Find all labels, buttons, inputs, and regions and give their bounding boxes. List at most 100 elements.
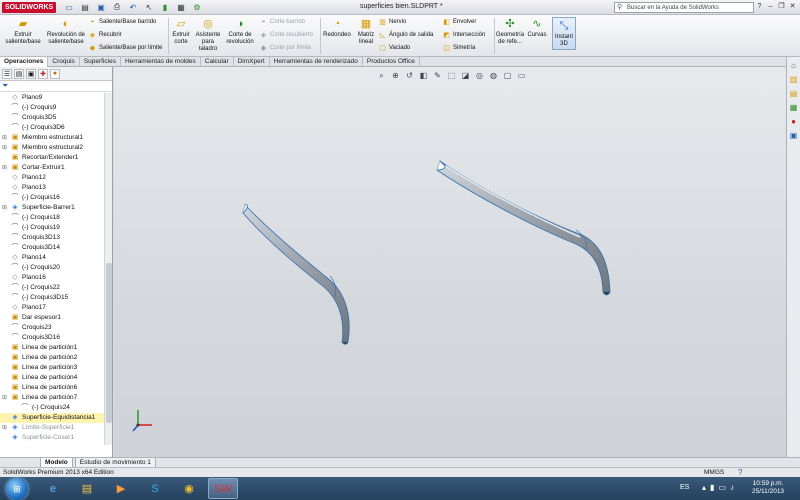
save-icon[interactable]: ▣ (94, 1, 108, 13)
boundary-cut-button[interactable]: ◆ Corte por límite (259, 43, 311, 53)
clock[interactable]: 10:59 p.m. 25/11/2013 (752, 480, 784, 496)
appearances-icon[interactable]: ● (788, 116, 799, 127)
tree-item[interactable]: ⌒ (-) Croquis18 (0, 213, 104, 223)
units-indicator[interactable]: MMGS (704, 469, 724, 476)
curves-button[interactable]: ∿ Curvas (526, 17, 548, 39)
extrude-cut-button[interactable]: ▱ Extruir corte (170, 17, 192, 46)
property-manager-icon[interactable]: ▤ (14, 68, 24, 79)
chrome-icon[interactable]: ◉ (174, 478, 204, 499)
filter-icon[interactable]: ⏷ (2, 81, 8, 91)
tree-item[interactable]: ◇ Plano17 (0, 303, 104, 313)
tree-item[interactable]: ◈ Superficie-Coser1 (0, 433, 104, 443)
configuration-manager-icon[interactable]: ▣ (26, 68, 36, 79)
tree-item[interactable]: ⊞ ▣ Miembro estructural1 (0, 133, 104, 143)
solidworks-logo[interactable]: SOLIDWORKS (2, 2, 57, 13)
tab-herramientas-de-renderizado[interactable]: Herramientas de renderizado (270, 57, 363, 67)
tree-item[interactable]: ⌒ (-) Croquis16 (0, 193, 104, 203)
expand-icon[interactable]: ⊞ (2, 393, 7, 403)
tree-item[interactable]: ◇ Plano12 (0, 173, 104, 183)
lofted-cut-button[interactable]: ◈ Corte recubierto (259, 30, 313, 40)
display-manager-icon[interactable]: ● (50, 68, 60, 79)
tree-item[interactable]: ⊞ ▣ Cortar-Extruir1 (0, 163, 104, 173)
tree-item[interactable]: ⌒ Croquis3D5 (0, 113, 104, 123)
view-palette-icon[interactable]: ▦ (788, 102, 799, 113)
undo-icon[interactable]: ↶ (126, 1, 140, 13)
options-icon[interactable]: ⚙ (190, 1, 204, 13)
restore-icon[interactable]: ❐ (777, 2, 786, 12)
tree-item[interactable]: ⊞ ▣ Línea de partición7 (0, 393, 104, 403)
swept-boss-button[interactable]: ◓ Saliente/Base barrido (88, 17, 156, 27)
wrap-button[interactable]: ◧ Envolver (442, 17, 476, 27)
tab-productos-office[interactable]: Productos Office (363, 57, 420, 67)
tree-item[interactable]: ⊞ ◈ Superficie-Barrer1 (0, 203, 104, 213)
network-icon[interactable]: ▮ (710, 483, 714, 492)
tree-item[interactable]: ▣ Línea de partición2 (0, 353, 104, 363)
tree-item[interactable]: ▣ Recortar/Extender1 (0, 153, 104, 163)
design-library-icon[interactable]: ▥ (788, 74, 799, 85)
tree-scrollbar-thumb[interactable] (106, 263, 112, 423)
language-indicator[interactable]: ES (680, 484, 689, 491)
tree-item[interactable]: ⌒ (-) Croquis24 (0, 403, 104, 413)
tree-item[interactable]: ▣ Línea de partición4 (0, 373, 104, 383)
expand-icon[interactable]: ⊞ (2, 423, 7, 433)
tree-item[interactable]: ⌒ Croquis23 (0, 323, 104, 333)
select-icon[interactable]: ↖ (142, 1, 156, 13)
tab-operaciones[interactable]: Operaciones (0, 57, 49, 67)
swept-cut-button[interactable]: ◓ Corte barrido (259, 17, 305, 27)
feature-tree[interactable]: ◇ Plano9 ⌒ (-) Croquis9 ⌒ Croquis3D5 ⌒ (-) Croq… (0, 93, 104, 445)
tab-herramientas-de-moldes[interactable]: Herramientas de moldes (121, 57, 201, 67)
help-menu-icon[interactable]: ? (755, 2, 764, 12)
custom-properties-icon[interactable]: ▣ (788, 130, 799, 141)
tree-item[interactable]: ⌒ (-) Croquis3D15 (0, 293, 104, 303)
solidworks-resources-icon[interactable]: ⌂ (788, 60, 799, 71)
rib-button[interactable]: ▥ Nervio (378, 17, 406, 27)
tree-item[interactable]: ◈ Superficie-Equidistancia1 (0, 413, 104, 423)
new-icon[interactable]: ▭ (62, 1, 76, 13)
solidworks-icon[interactable]: SW (208, 478, 238, 499)
battery-icon[interactable]: ▭ (718, 483, 726, 492)
loft-button[interactable]: ◈ Recubrir (88, 30, 122, 40)
minimize-icon[interactable]: – (766, 2, 775, 12)
expand-icon[interactable]: ⊞ (2, 163, 7, 173)
ie-icon[interactable]: e (38, 478, 68, 499)
extrude-boss-button[interactable]: ▰ Extruir saliente/base (3, 17, 43, 46)
show-hidden-icons-icon[interactable]: ▴ (702, 483, 706, 492)
tree-item[interactable]: ⌒ (-) Croquis9 (0, 103, 104, 113)
tree-item[interactable]: ◇ Plano13 (0, 183, 104, 193)
tree-item[interactable]: ⌒ (-) Croquis20 (0, 263, 104, 273)
tree-item[interactable]: ⌒ (-) Croquis3D6 (0, 123, 104, 133)
fillet-button[interactable]: ◔ Redondeo (322, 17, 352, 39)
revolve-boss-button[interactable]: ◐ Revolución de saliente/base (45, 17, 87, 46)
tree-item[interactable]: ◇ Plano9 (0, 93, 104, 103)
left-swept-tube[interactable] (242, 204, 350, 345)
feature-tree-icon[interactable]: ☰ (2, 68, 12, 79)
mirror-button[interactable]: ◫ Simetría (442, 43, 475, 53)
help-search-input[interactable]: ⚲ Buscar en la Ayuda de SolidWorks (614, 2, 754, 13)
hole-wizard-button[interactable]: ◎ Asistente para taladro (194, 17, 222, 53)
model-geometry[interactable] (114, 67, 786, 457)
reference-geometry-button[interactable]: ✣ Geometría de refe... (496, 17, 524, 46)
close-icon[interactable]: ✕ (788, 2, 797, 12)
media-player-icon[interactable]: ▶ (106, 478, 136, 499)
revolve-cut-button[interactable]: ◑ Corte de revolución (224, 17, 256, 46)
boundary-boss-button[interactable]: ◆ Saliente/Base por límite (88, 43, 163, 53)
tab-superficies[interactable]: Superficies (80, 57, 121, 67)
tree-item[interactable]: ▣ Línea de partición1 (0, 343, 104, 353)
tree-item[interactable]: ▣ Línea de partición6 (0, 383, 104, 393)
intersect-button[interactable]: ◩ Intersección (442, 30, 485, 40)
tree-item[interactable]: ⊞ ◈ Límite-Superficie1 (0, 423, 104, 433)
explorer-icon[interactable]: ▤ (72, 478, 102, 499)
draft-button[interactable]: ◺ Ángulo de salida (378, 30, 434, 40)
tab-croquis[interactable]: Croquis (48, 57, 80, 67)
start-button[interactable]: ⊞ (6, 478, 28, 500)
tree-item[interactable]: ⌒ (-) Croquis22 (0, 283, 104, 293)
tree-scrollbar[interactable] (104, 93, 112, 445)
file-explorer-icon[interactable]: ▤ (788, 88, 799, 99)
tree-item[interactable]: ▣ Línea de partición3 (0, 363, 104, 373)
help-icon[interactable]: ? (738, 468, 742, 477)
tree-item[interactable]: ⌒ Croquis3D13 (0, 233, 104, 243)
print-icon[interactable]: ⎙ (110, 1, 124, 13)
expand-icon[interactable]: ⊞ (2, 133, 7, 143)
tree-item[interactable]: ▣ Dar espesor1 (0, 313, 104, 323)
volume-icon[interactable]: ♪ (730, 483, 734, 492)
